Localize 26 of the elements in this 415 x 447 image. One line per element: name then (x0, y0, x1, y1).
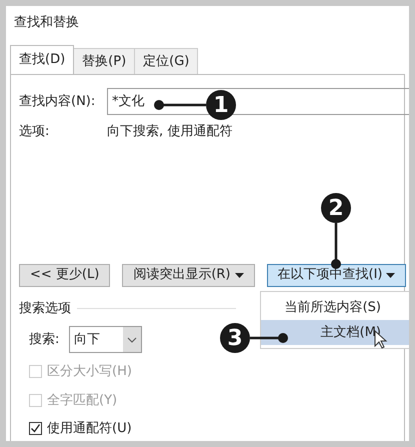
direction-select[interactable]: 向下 (69, 326, 142, 353)
leader-line (250, 333, 288, 343)
options-label: 选项: (19, 123, 50, 141)
leader-line (154, 100, 206, 110)
tab[interactable]: 替换(P) (74, 48, 136, 74)
checkbox-label: 区分大小写(H) (47, 363, 132, 381)
leader-line (331, 223, 341, 269)
chevron-down-icon (123, 327, 141, 352)
window-title: 查找和替换 (14, 14, 79, 32)
search-direction-label: 搜索: (29, 330, 60, 349)
button[interactable]: 阅读突出显示(R) (122, 264, 254, 286)
caret-icon (386, 272, 396, 278)
callout-number: 2 (321, 193, 351, 223)
checkbox-label: 使用通配符(U) (47, 420, 132, 438)
options-value: 向下搜索, 使用通配符 (107, 123, 232, 141)
checkbox-label: 全字匹配(Y) (47, 392, 118, 410)
button[interactable]: 在以下项中查找(I) (266, 264, 406, 286)
caret-icon (234, 272, 244, 278)
checkbox[interactable] (29, 422, 42, 436)
callout-number: 1 (206, 90, 236, 120)
tab[interactable]: 定位(G) (135, 48, 198, 74)
button[interactable]: << 更少(L) (19, 264, 110, 286)
find-label: 查找内容(N): (19, 92, 96, 111)
callout-number: 3 (220, 323, 250, 353)
group-title: 搜索选项 (19, 300, 71, 318)
tab[interactable]: 查找(D) (10, 45, 74, 74)
